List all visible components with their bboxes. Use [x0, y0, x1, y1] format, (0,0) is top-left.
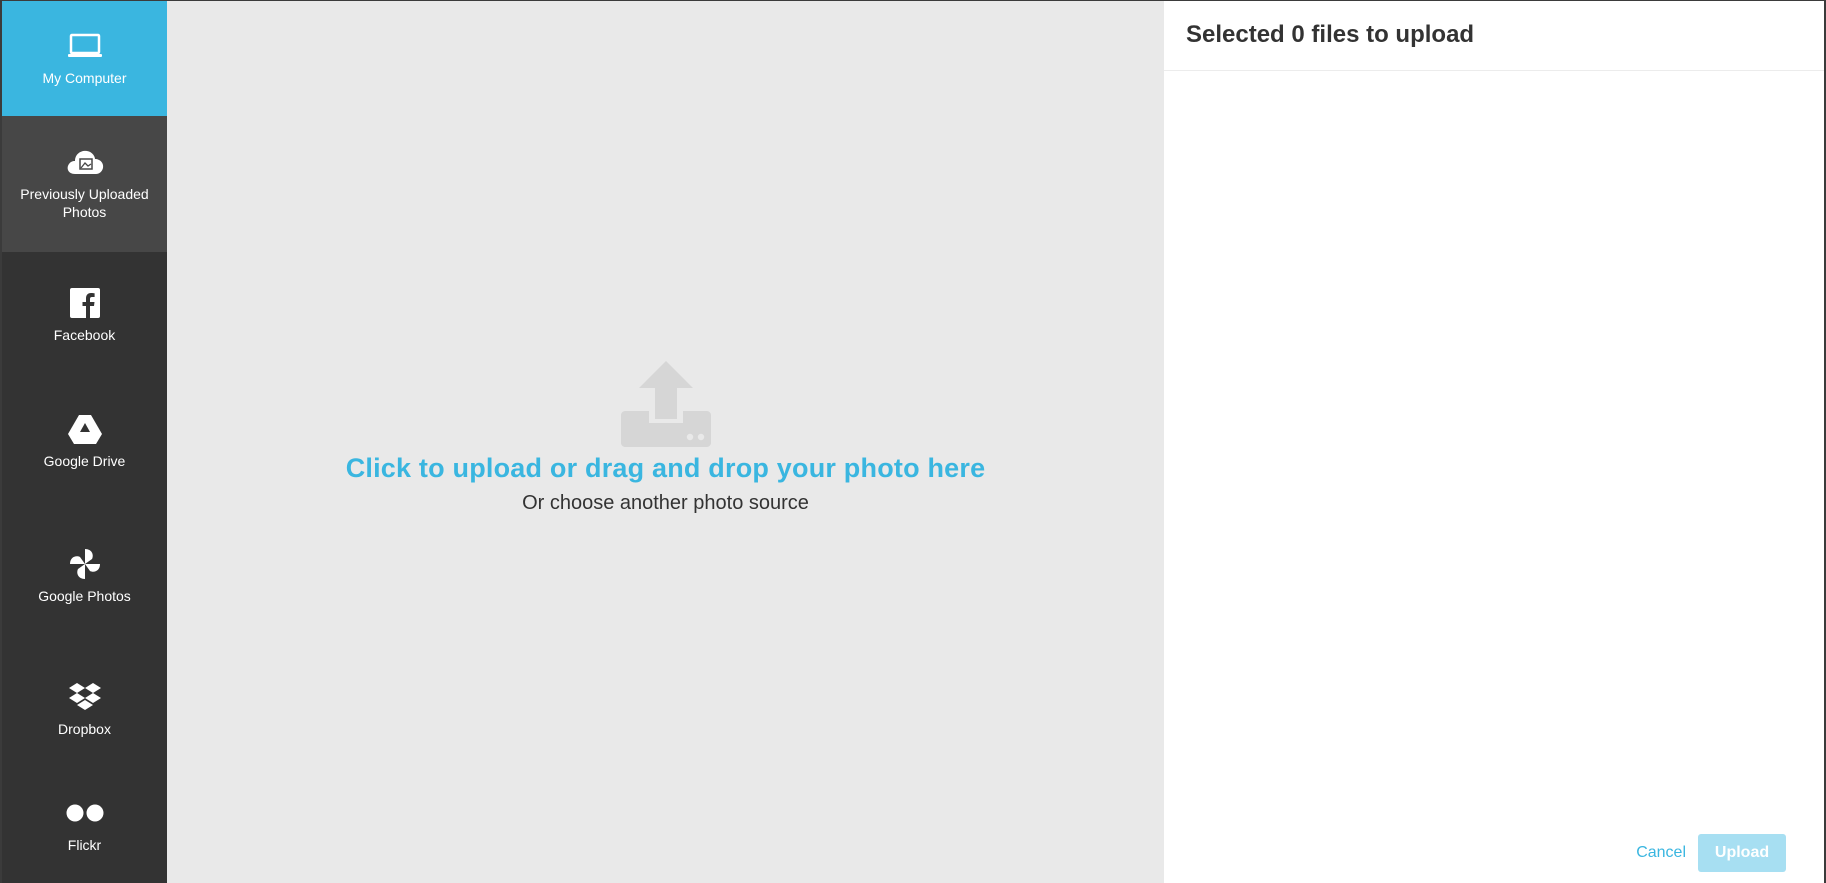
panel-title: Selected 0 files to upload [1186, 21, 1475, 48]
panel-header: Selected 0 files to upload [1164, 1, 1824, 71]
source-my-computer[interactable]: My Computer [2, 1, 167, 116]
source-label: Dropbox [58, 721, 111, 737]
laptop-icon [67, 31, 103, 61]
panel-footer: Cancel Upload [1636, 834, 1786, 872]
source-dropbox[interactable]: Dropbox [2, 650, 167, 770]
dropzone-subtitle: Or choose another photo source [522, 492, 809, 514]
upload-dropzone[interactable]: Click to upload or drag and drop your ph… [167, 1, 1164, 883]
uploader-dialog: My Computer Previously Uploaded Photos F… [2, 1, 1824, 883]
dropzone-title[interactable]: Click to upload or drag and drop your ph… [346, 453, 986, 484]
source-label: My Computer [42, 69, 127, 86]
dropzone-content: Click to upload or drag and drop your ph… [167, 361, 1164, 515]
dropbox-icon [68, 682, 102, 712]
source-previously-uploaded[interactable]: Previously Uploaded Photos [2, 116, 167, 252]
google-drive-icon [67, 414, 102, 444]
facebook-icon [69, 288, 100, 318]
google-photos-icon [68, 549, 102, 579]
selected-files-panel: Selected 0 files to upload Cancel Upload [1164, 1, 1824, 883]
upload-button[interactable]: Upload [1698, 834, 1786, 872]
flickr-icon [65, 798, 105, 828]
source-google-photos[interactable]: Google Photos [2, 504, 167, 650]
source-flickr[interactable]: Flickr [2, 770, 167, 882]
source-label: Previously Uploaded Photos [20, 186, 149, 220]
source-label: Google Photos [38, 588, 131, 604]
cancel-button[interactable]: Cancel [1636, 844, 1686, 862]
source-google-drive[interactable]: Google Drive [2, 380, 167, 504]
source-label: Flickr [67, 837, 102, 853]
upload-tray-icon [620, 361, 711, 447]
cloud-photo-icon [65, 147, 105, 177]
source-label: Google Drive [43, 453, 126, 469]
source-facebook[interactable]: Facebook [2, 252, 167, 380]
source-label: Facebook [53, 327, 116, 343]
source-sidebar: My Computer Previously Uploaded Photos F… [2, 1, 167, 883]
